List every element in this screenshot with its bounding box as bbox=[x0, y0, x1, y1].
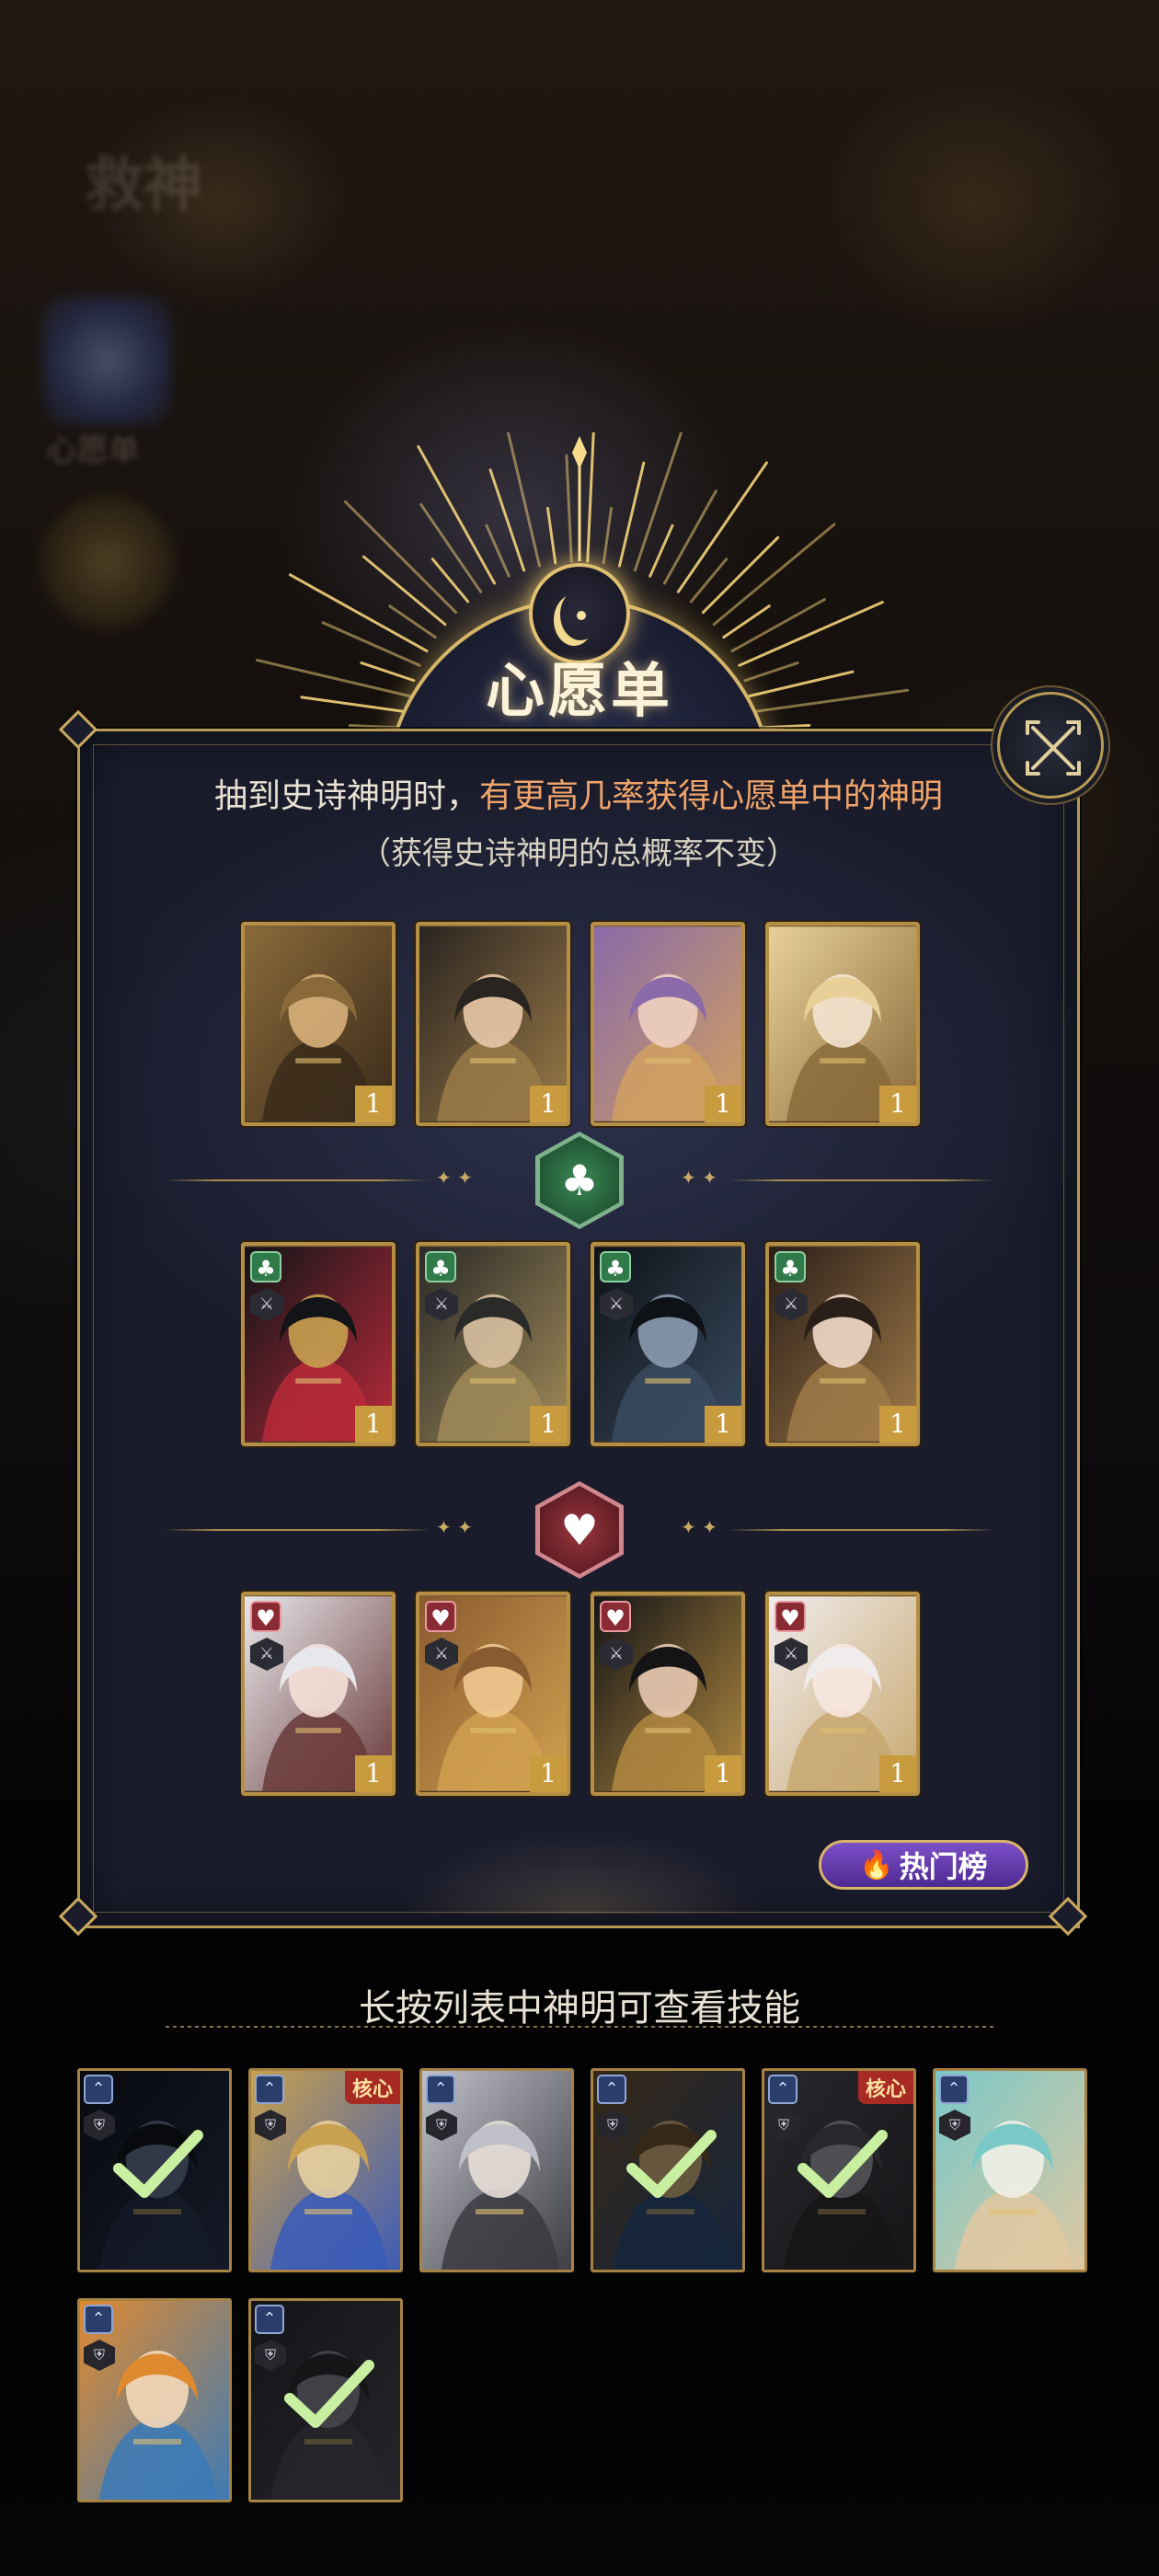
class-icon: ⛨ bbox=[84, 2110, 115, 2141]
divider-sparkle: ✦ ✦ bbox=[436, 1167, 473, 1189]
checkmark-icon bbox=[798, 2130, 888, 2198]
roster-card-teal-elf[interactable]: ⌃ ⛨ bbox=[933, 2068, 1087, 2272]
core-badge: 核心 bbox=[344, 2071, 400, 2104]
roster-card-masked-duo[interactable]: ⌃ ⛨ bbox=[248, 2298, 403, 2502]
class-icon: ⛨ bbox=[255, 2340, 286, 2371]
divider-sparkle: ✦ ✦ bbox=[436, 1516, 473, 1538]
roster-card-bearded-king[interactable]: ⌃ ⛨ bbox=[591, 2068, 745, 2272]
flame-icon: 🔥 bbox=[859, 1848, 894, 1881]
tier-icon: ⌃ bbox=[939, 2075, 969, 2104]
divider-sparkle: ✦ ✦ bbox=[681, 1516, 717, 1538]
divider-sparkle: ✦ ✦ bbox=[681, 1167, 717, 1189]
heart-suit-icon: ♥ bbox=[600, 1601, 631, 1632]
card-count: 1 bbox=[355, 1086, 392, 1122]
tier-icon: ⌃ bbox=[255, 2075, 284, 2104]
tier-icon: ⌃ bbox=[426, 2075, 455, 2104]
card-count: 1 bbox=[355, 1755, 392, 1792]
tier-icon: ⌃ bbox=[768, 2075, 798, 2104]
tier-icon: ⌃ bbox=[255, 2305, 284, 2334]
card-count: 1 bbox=[879, 1755, 916, 1792]
heart-suit-icon: ♥ bbox=[775, 1601, 806, 1632]
description-highlight: 有更高几率获得心愿单中的神明 bbox=[479, 777, 944, 815]
wishlist-card[interactable]: ♣ ⚔ 1 bbox=[765, 1242, 920, 1446]
club-suit-icon: ♣ bbox=[250, 1251, 281, 1282]
roster-card-grey-elder[interactable]: ⌃ ⛨ 核心 bbox=[762, 2068, 916, 2272]
divider-line bbox=[729, 1529, 995, 1531]
wishlist-card[interactable]: ♥ ⚔ 1 bbox=[765, 1592, 920, 1796]
card-count: 1 bbox=[705, 1755, 741, 1792]
wishlist-card[interactable]: 1 bbox=[241, 922, 396, 1126]
heart-suit-icon: ♥ bbox=[425, 1601, 456, 1632]
club-suit-icon: ♣ bbox=[600, 1251, 631, 1282]
tier-icon: ⌃ bbox=[597, 2075, 626, 2104]
roster-card-blue-demon[interactable]: ⌃ ⛨ 核心 bbox=[248, 2068, 403, 2272]
roster-card-orange-boy[interactable]: ⌃ ⛨ bbox=[77, 2298, 232, 2502]
class-icon: ⛨ bbox=[768, 2110, 799, 2141]
class-icon: ⛨ bbox=[597, 2110, 628, 2141]
description-prefix: 抽到史诗神明时， bbox=[213, 777, 479, 815]
wishlist-card[interactable]: 1 bbox=[416, 922, 570, 1126]
card-count: 1 bbox=[355, 1406, 392, 1443]
description-text: 抽到史诗神明时，有更高几率获得心愿单中的神明 bbox=[77, 769, 1080, 817]
roster-row-1: ⌃ ⛨ ⌃ ⛨ 核心 ⌃ ⛨ ⌃ ⛨ ⌃ ⛨ 核心 ⌃ ⛨ bbox=[77, 2068, 1087, 2272]
card-count: 1 bbox=[705, 1086, 741, 1122]
tier-icon: ⌃ bbox=[84, 2075, 113, 2104]
tier-icon: ⌃ bbox=[84, 2305, 113, 2334]
roster-card-dark-knight[interactable]: ⌃ ⛨ bbox=[77, 2068, 232, 2272]
wishlist-row-3: ♥ ⚔ 1 ♥ ⚔ 1 ♥ ⚔ 1 ♥ ⚔ 1 bbox=[241, 1592, 920, 1796]
wishlist-card[interactable]: ♣ ⚔ 1 bbox=[416, 1242, 570, 1446]
wishlist-card[interactable]: ♣ ⚔ 1 bbox=[591, 1242, 745, 1446]
core-badge: 核心 bbox=[857, 2071, 913, 2104]
wishlist-card[interactable]: ♣ ⚔ 1 bbox=[241, 1242, 396, 1446]
hot-list-button[interactable]: 🔥 热门榜 bbox=[819, 1840, 1028, 1890]
divider-line bbox=[164, 1179, 430, 1181]
divider-line bbox=[164, 1529, 430, 1531]
club-suit-icon: ♣ bbox=[425, 1251, 456, 1282]
checkmark-icon bbox=[626, 2130, 717, 2198]
divider-line bbox=[729, 1179, 995, 1181]
wishlist-card[interactable]: 1 bbox=[765, 922, 920, 1126]
card-count: 1 bbox=[705, 1406, 741, 1443]
heart-suit-icon: ♥ bbox=[250, 1601, 281, 1632]
wishlist-row-2: ♣ ⚔ 1 ♣ ⚔ 1 ♣ ⚔ 1 ♣ ⚔ 1 bbox=[241, 1242, 920, 1446]
description-note: （获得史诗神明的总概率不变） bbox=[360, 835, 798, 872]
card-count: 1 bbox=[530, 1406, 567, 1443]
card-count: 1 bbox=[879, 1406, 916, 1443]
hint-dotted-rule bbox=[166, 2026, 993, 2028]
wishlist-card[interactable]: ♥ ⚔ 1 bbox=[591, 1592, 745, 1796]
hint-text: 长按列表中神明可查看技能 bbox=[359, 1987, 800, 2030]
card-count: 1 bbox=[530, 1086, 567, 1122]
card-count: 1 bbox=[879, 1086, 916, 1122]
wishlist-card[interactable]: 1 bbox=[591, 922, 745, 1126]
checkmark-icon bbox=[113, 2130, 203, 2198]
wishlist-card[interactable]: ♥ ⚔ 1 bbox=[241, 1592, 396, 1796]
checkmark-icon bbox=[284, 2360, 374, 2428]
hot-list-label: 热门榜 bbox=[899, 1849, 988, 1884]
wishlist-card[interactable]: ♥ ⚔ 1 bbox=[416, 1592, 570, 1796]
panel-bottom-glow bbox=[396, 1831, 763, 1914]
roster-card-silver-queen[interactable]: ⌃ ⛨ bbox=[419, 2068, 574, 2272]
wishlist-row-1: 1 1 1 1 bbox=[241, 922, 920, 1126]
page-title: 心愿单 bbox=[486, 658, 673, 726]
club-suit-icon: ♣ bbox=[775, 1251, 806, 1282]
card-count: 1 bbox=[530, 1755, 567, 1792]
roster-row-2: ⌃ ⛨ ⌃ ⛨ bbox=[77, 2298, 403, 2502]
